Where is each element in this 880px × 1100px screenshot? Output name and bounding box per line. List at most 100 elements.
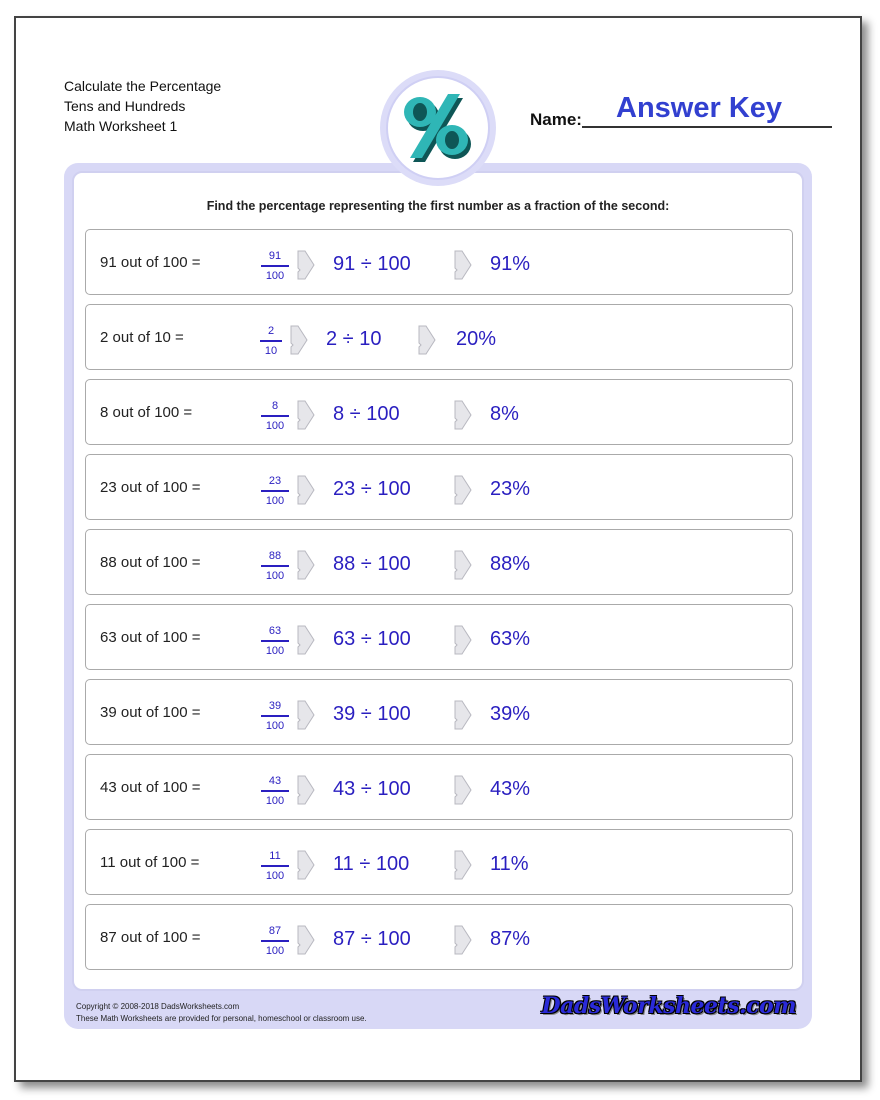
arrow-right-icon	[454, 400, 472, 430]
problem-question: 91 out of 100 =	[100, 254, 201, 271]
fraction-numerator: 91	[261, 250, 289, 267]
problem-question: 39 out of 100 =	[100, 704, 201, 721]
percentage-answer: 87%	[490, 928, 531, 950]
arrow-right-icon	[454, 475, 472, 505]
percentage-answer: 39%	[490, 703, 531, 725]
percentage-answer: 63%	[490, 628, 531, 650]
fraction: 11 100	[261, 850, 289, 883]
fraction: 43 100	[261, 775, 289, 808]
division-expression: 88 ÷ 100	[333, 553, 411, 575]
division-expression: 91 ÷ 100	[333, 253, 411, 275]
percentage-answer: 88%	[490, 553, 531, 575]
arrow-right-icon	[418, 325, 436, 355]
arrow-right-icon	[290, 325, 308, 355]
fraction-denominator: 100	[265, 945, 285, 957]
arrow-right-icon	[454, 925, 472, 955]
problem-row: 39 out of 100 = 39 100 39 ÷ 100 39%	[85, 679, 793, 745]
fraction-denominator: 100	[265, 795, 285, 807]
fraction-denominator: 100	[265, 270, 285, 282]
problem-row: 43 out of 100 = 43 100 43 ÷ 100 43%	[85, 754, 793, 820]
percentage-answer: 20%	[456, 328, 497, 350]
fraction: 87 100	[261, 925, 289, 958]
brand-logo: DadsWorksheets.com	[541, 993, 797, 1019]
fraction-numerator: 88	[261, 550, 289, 567]
percentage-answer: 8%	[490, 403, 519, 425]
worksheet-number-line: Math Worksheet 1	[64, 118, 178, 134]
division-expression: 87 ÷ 100	[333, 928, 411, 950]
problem-row: 2 out of 10 = 2 10 2 ÷ 10 20%	[85, 304, 793, 370]
division-expression: 23 ÷ 100	[333, 478, 411, 500]
arrow-right-icon	[297, 475, 315, 505]
problem-row: 91 out of 100 = 91 100 91 ÷ 100 91%	[85, 229, 793, 295]
percentage-answer: 23%	[490, 478, 531, 500]
fraction-numerator: 63	[261, 625, 289, 642]
problem-question: 8 out of 100 =	[100, 404, 193, 421]
problem-row: 88 out of 100 = 88 100 88 ÷ 100 88%	[85, 529, 793, 595]
title-line: Calculate the Percentage	[64, 78, 222, 94]
arrow-right-icon	[297, 775, 315, 805]
arrow-right-icon	[297, 625, 315, 655]
problem-row: 11 out of 100 = 11 100 11 ÷ 100 11%	[85, 829, 793, 895]
problem-question: 63 out of 100 =	[100, 629, 201, 646]
fraction-numerator: 2	[260, 325, 282, 342]
fraction-denominator: 100	[265, 870, 285, 882]
arrow-right-icon	[454, 700, 472, 730]
worksheet-frame: Find the percentage representing the fir…	[64, 163, 812, 1029]
fraction-denominator: 10	[264, 345, 278, 357]
answer-key-label: Answer Key	[616, 92, 783, 124]
name-underline	[582, 126, 832, 128]
problem-question: 23 out of 100 =	[100, 479, 201, 496]
fraction: 39 100	[261, 700, 289, 733]
problem-question: 11 out of 100 =	[100, 854, 200, 871]
fraction: 2 10	[260, 325, 282, 358]
problem-row: 87 out of 100 = 87 100 87 ÷ 100 87%	[85, 904, 793, 970]
fraction-denominator: 100	[265, 420, 285, 432]
percentage-answer: 43%	[490, 778, 531, 800]
problem-row: 63 out of 100 = 63 100 63 ÷ 100 63%	[85, 604, 793, 670]
fraction-denominator: 100	[265, 645, 285, 657]
fraction-numerator: 8	[261, 400, 289, 417]
name-field: Name: Answer Key	[530, 90, 832, 130]
fraction-denominator: 100	[265, 720, 285, 732]
arrow-right-icon	[454, 550, 472, 580]
division-expression: 2 ÷ 10	[326, 328, 382, 350]
problem-question: 87 out of 100 =	[100, 929, 201, 946]
division-expression: 8 ÷ 100	[333, 403, 400, 425]
problem-question: 2 out of 10 =	[100, 329, 184, 346]
percentage-answer: 11%	[490, 853, 529, 875]
fraction-denominator: 100	[265, 495, 285, 507]
worksheet-title: Calculate the Percentage Tens and Hundre…	[64, 76, 221, 136]
arrow-right-icon	[297, 250, 315, 280]
problem-row: 23 out of 100 = 23 100 23 ÷ 100 23%	[85, 454, 793, 520]
logo-badge	[380, 70, 496, 186]
percentage-answer: 91%	[490, 253, 531, 275]
fraction-numerator: 23	[261, 475, 289, 492]
usage-text: These Math Worksheets are provided for p…	[76, 1014, 367, 1023]
arrow-right-icon	[297, 850, 315, 880]
problem-question: 88 out of 100 =	[100, 554, 201, 571]
fraction: 8 100	[261, 400, 289, 433]
fraction-numerator: 11	[261, 850, 289, 867]
arrow-right-icon	[454, 250, 472, 280]
arrow-right-icon	[297, 925, 315, 955]
percent-sign-icon	[404, 94, 471, 162]
instructions: Find the percentage representing the fir…	[206, 199, 670, 213]
fraction: 63 100	[261, 625, 289, 658]
subtitle-line: Tens and Hundreds	[64, 98, 186, 114]
fraction: 88 100	[261, 550, 289, 583]
fraction-numerator: 43	[261, 775, 289, 792]
fraction: 91 100	[261, 250, 289, 283]
footer-text: Copyright © 2008-2018 DadsWorksheets.com…	[76, 1001, 367, 1025]
arrow-right-icon	[297, 550, 315, 580]
problems-panel: Find the percentage representing the fir…	[72, 171, 804, 991]
problem-question: 43 out of 100 =	[100, 779, 201, 796]
division-expression: 63 ÷ 100	[333, 628, 411, 650]
fraction: 23 100	[261, 475, 289, 508]
arrow-right-icon	[454, 850, 472, 880]
arrow-right-icon	[297, 700, 315, 730]
copyright-text: Copyright © 2008-2018 DadsWorksheets.com	[76, 1002, 240, 1011]
arrow-right-icon	[454, 625, 472, 655]
division-expression: 43 ÷ 100	[333, 778, 411, 800]
fraction-denominator: 100	[265, 570, 285, 582]
division-expression: 11 ÷ 100	[333, 853, 410, 875]
